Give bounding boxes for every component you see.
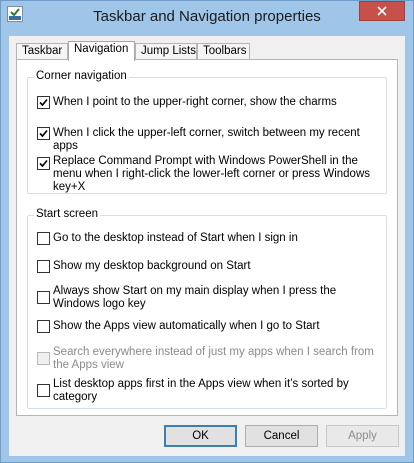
apps-view-auto-label: Show the Apps view automatically when I … <box>53 320 320 332</box>
start-main-display-label: Always show Start on my main display whe… <box>53 285 337 310</box>
start-screen-label: Start screen <box>34 208 100 220</box>
tab-jump-lists[interactable]: Jump Lists <box>135 43 197 59</box>
tab-taskbar[interactable]: Taskbar <box>16 43 68 59</box>
title-bar[interactable]: Taskbar and Navigation properties <box>1 1 413 35</box>
tab-navigation[interactable]: Navigation <box>68 41 135 61</box>
dialog-panel: Taskbar Navigation Jump Lists Toolbars C… <box>9 36 405 456</box>
cancel-button[interactable]: Cancel <box>245 425 318 447</box>
search-everywhere-label: Search everywhere instead of just my app… <box>53 346 374 371</box>
tab-toolbars[interactable]: Toolbars <box>197 43 250 59</box>
desktop-apps-first-checkbox[interactable] <box>37 384 50 397</box>
replace-command-prompt-checkbox[interactable] <box>37 157 50 170</box>
start-main-display-checkbox[interactable] <box>37 291 50 304</box>
checkmark-icon <box>39 159 48 168</box>
switch-recent-apps-label: When I click the upper-left corner, swit… <box>53 127 360 152</box>
go-to-desktop-label: Go to the desktop instead of Start when … <box>53 232 298 244</box>
desktop-apps-first-label: List desktop apps first in the Apps view… <box>53 378 349 403</box>
switch-recent-apps-checkbox[interactable] <box>37 127 50 140</box>
checkmark-icon <box>39 129 48 138</box>
show-charms-checkbox[interactable] <box>37 96 50 109</box>
replace-command-prompt-label: Replace Command Prompt with Windows Powe… <box>53 155 371 193</box>
show-charms-label: When I point to the upper-right corner, … <box>53 96 337 108</box>
close-icon <box>377 6 387 16</box>
apps-view-auto-checkbox[interactable] <box>37 320 50 333</box>
ok-button[interactable]: OK <box>164 425 237 447</box>
go-to-desktop-checkbox[interactable] <box>37 232 50 245</box>
checkmark-icon <box>39 98 48 107</box>
close-button[interactable] <box>359 1 405 21</box>
corner-navigation-label: Corner navigation <box>34 70 129 82</box>
desktop-background-label: Show my desktop background on Start <box>53 260 251 272</box>
apply-button: Apply <box>326 425 399 447</box>
search-everywhere-checkbox <box>37 352 50 365</box>
navigation-tab-content: Corner navigation When I point to the up… <box>16 59 398 416</box>
window-title: Taskbar and Navigation properties <box>93 8 321 25</box>
desktop-background-checkbox[interactable] <box>37 260 50 273</box>
properties-window: Taskbar and Navigation properties Taskba… <box>0 0 414 463</box>
